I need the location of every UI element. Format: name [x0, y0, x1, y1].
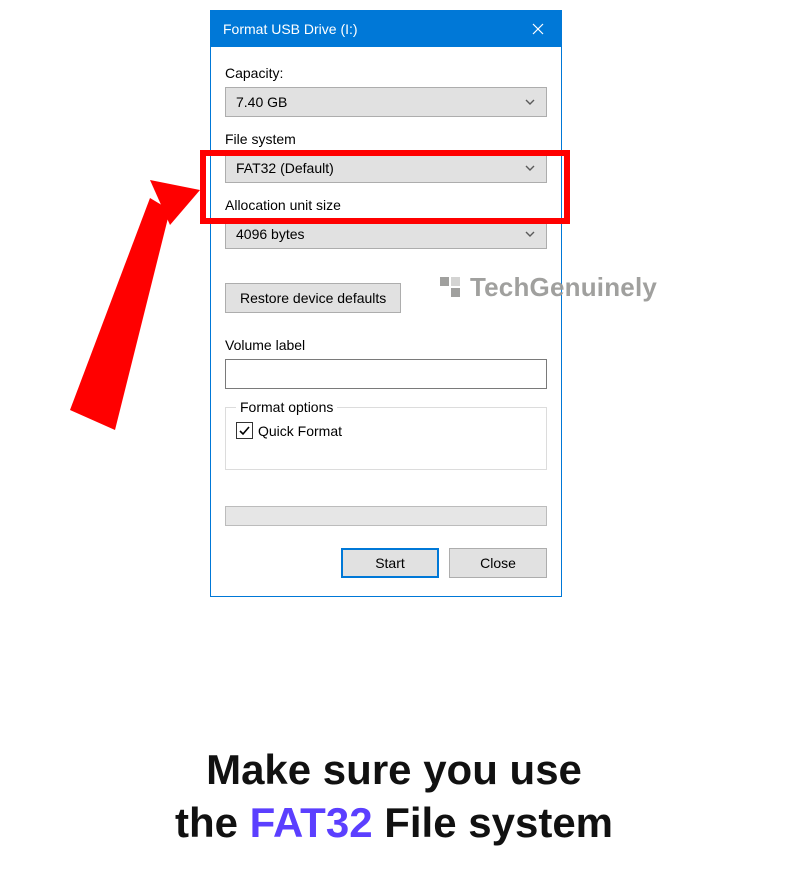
caption-emphasis: FAT32	[250, 799, 373, 846]
dialog-content: Capacity: 7.40 GB File system FAT32 (Def…	[211, 47, 561, 596]
restore-defaults-button[interactable]: Restore device defaults	[225, 283, 401, 313]
start-button[interactable]: Start	[341, 548, 439, 578]
format-options-title: Format options	[236, 399, 337, 415]
action-row: Start Close	[225, 548, 547, 578]
allocation-value: 4096 bytes	[236, 226, 524, 242]
capacity-label: Capacity:	[225, 65, 547, 81]
quick-format-label: Quick Format	[258, 423, 342, 439]
restore-defaults-label: Restore device defaults	[240, 290, 386, 306]
allocation-label: Allocation unit size	[225, 197, 547, 213]
start-button-label: Start	[375, 555, 405, 571]
close-button[interactable]: Close	[449, 548, 547, 578]
caption-line2-pre: the	[175, 799, 250, 846]
format-options-group: Format options Quick Format	[225, 407, 547, 470]
close-icon[interactable]	[515, 11, 561, 47]
titlebar[interactable]: Format USB Drive (I:)	[211, 11, 561, 47]
caption-line2-post: File system	[373, 799, 613, 846]
arrow-annotation-icon	[0, 170, 230, 470]
capacity-value: 7.40 GB	[236, 94, 524, 110]
caption: Make sure you use the FAT32 File system	[0, 744, 788, 849]
capacity-dropdown[interactable]: 7.40 GB	[225, 87, 547, 117]
progress-bar	[225, 506, 547, 526]
chevron-down-icon	[524, 162, 536, 174]
filesystem-value: FAT32 (Default)	[236, 160, 524, 176]
chevron-down-icon	[524, 96, 536, 108]
quick-format-checkbox[interactable]	[236, 422, 253, 439]
close-button-label: Close	[480, 555, 516, 571]
allocation-dropdown[interactable]: 4096 bytes	[225, 219, 547, 249]
quick-format-row[interactable]: Quick Format	[236, 422, 536, 439]
format-dialog: Format USB Drive (I:) Capacity: 7.40 GB …	[210, 10, 562, 597]
filesystem-dropdown[interactable]: FAT32 (Default)	[225, 153, 547, 183]
filesystem-label: File system	[225, 131, 547, 147]
chevron-down-icon	[524, 228, 536, 240]
volume-label-label: Volume label	[225, 337, 547, 353]
volume-label-input[interactable]	[225, 359, 547, 389]
window-title: Format USB Drive (I:)	[211, 21, 515, 37]
caption-line1: Make sure you use	[206, 746, 582, 793]
